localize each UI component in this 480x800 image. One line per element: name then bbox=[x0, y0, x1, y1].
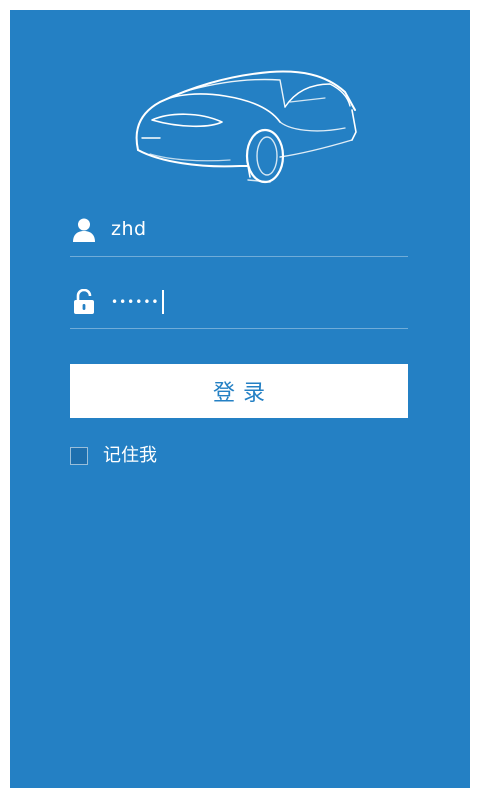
lock-icon bbox=[74, 289, 94, 314]
password-input[interactable]: •••••• bbox=[111, 289, 165, 314]
password-mask: •••••• bbox=[111, 294, 160, 309]
login-button[interactable]: 登录 bbox=[70, 364, 408, 418]
car-logo bbox=[135, 70, 357, 184]
username-field[interactable]: zhd bbox=[70, 207, 408, 257]
password-field[interactable]: •••••• bbox=[70, 279, 408, 329]
remember-me-label: 记住我 bbox=[103, 445, 157, 466]
text-caret bbox=[162, 289, 165, 314]
login-screen: zhd •••••• 登录 记住我 bbox=[10, 10, 470, 788]
password-divider bbox=[70, 328, 408, 329]
user-icon bbox=[73, 218, 95, 242]
remember-me-checkbox[interactable] bbox=[70, 447, 88, 465]
username-divider bbox=[70, 256, 408, 257]
remember-me-row[interactable]: 记住我 bbox=[70, 443, 157, 469]
username-input[interactable]: zhd bbox=[111, 217, 147, 241]
